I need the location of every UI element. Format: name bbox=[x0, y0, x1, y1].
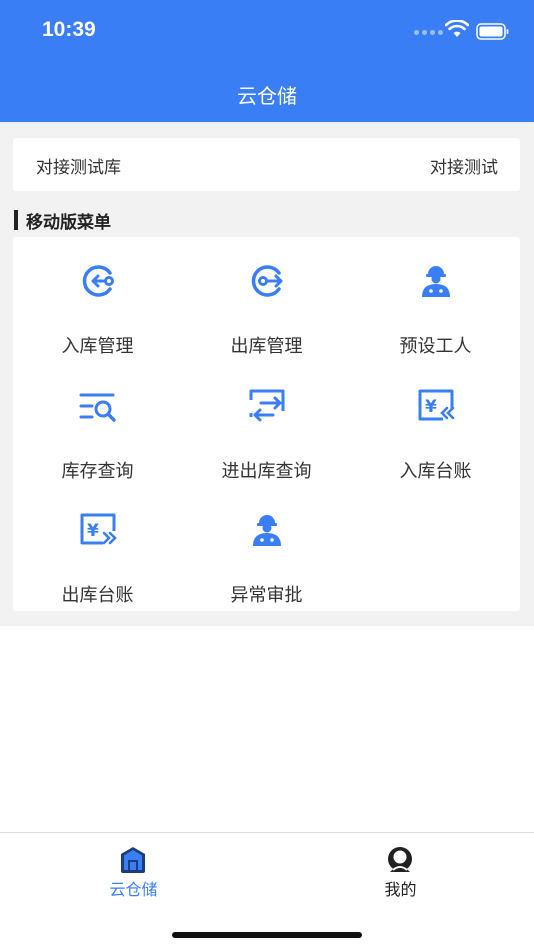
menu-item-inbound[interactable]: 入库管理 bbox=[13, 252, 182, 362]
menu-item-exception-approval[interactable]: 异常审批 bbox=[182, 501, 351, 611]
worker-icon bbox=[422, 266, 450, 297]
menu-item-transfer-search[interactable]: 进出库查询 bbox=[182, 377, 351, 487]
menu-label: 入库管理 bbox=[61, 336, 134, 357]
menu-label: 入库台账 bbox=[399, 461, 472, 482]
menu-item-inbound-ledger[interactable]: ¥ 入库台账 bbox=[351, 377, 520, 487]
menu-grid: 入库管理 出库管理 预设工人 库存查询 进出库查询 ¥ 入库台账 ¥ 出库台账 … bbox=[13, 237, 520, 611]
tab-label: 我的 bbox=[384, 880, 417, 899]
home-indicator bbox=[172, 932, 362, 938]
inventory-search-icon bbox=[79, 393, 116, 422]
menu-item-outbound[interactable]: 出库管理 bbox=[182, 252, 351, 362]
section-header: 移动版菜单 bbox=[14, 209, 111, 233]
section-title: 移动版菜单 bbox=[26, 212, 111, 233]
menu-label: 出库台账 bbox=[61, 585, 134, 606]
menu-item-worker[interactable]: 预设工人 bbox=[351, 252, 520, 362]
warehouse-selector[interactable]: 对接测试库 对接测试 bbox=[13, 138, 520, 191]
menu-label: 异常审批 bbox=[230, 585, 303, 606]
wifi-icon bbox=[445, 20, 469, 37]
tab-label: 云仓储 bbox=[109, 880, 158, 899]
battery-icon bbox=[476, 23, 509, 40]
status-time: 10:39 bbox=[42, 18, 96, 41]
warehouse-name: 对接测试库 bbox=[36, 158, 121, 178]
app-header: 10:39 云仓储 bbox=[0, 0, 534, 122]
section-marker bbox=[14, 210, 18, 230]
menu-label: 预设工人 bbox=[399, 336, 472, 357]
warehouse-value: 对接测试 bbox=[430, 158, 498, 178]
outbound-ledger-icon: ¥ bbox=[80, 513, 117, 545]
warehouse-icon bbox=[121, 847, 145, 873]
svg-text:¥: ¥ bbox=[425, 397, 437, 417]
signal-icon bbox=[414, 30, 443, 35]
tab-warehouse[interactable]: 云仓储 bbox=[0, 833, 267, 913]
page-title: 云仓储 bbox=[237, 84, 297, 108]
transfer-icon bbox=[249, 389, 285, 422]
menu-item-outbound-ledger[interactable]: ¥ 出库台账 bbox=[13, 501, 182, 611]
menu-label: 出库管理 bbox=[230, 336, 303, 357]
menu-label: 进出库查询 bbox=[221, 461, 312, 482]
inbound-ledger-icon: ¥ bbox=[418, 389, 455, 421]
inbound-icon bbox=[82, 265, 114, 297]
svg-text:¥: ¥ bbox=[87, 521, 99, 541]
profile-icon bbox=[388, 847, 412, 872]
menu-item-inventory-search[interactable]: 库存查询 bbox=[13, 377, 182, 487]
menu-label: 库存查询 bbox=[61, 461, 134, 482]
tab-profile[interactable]: 我的 bbox=[267, 833, 534, 913]
approval-worker-icon bbox=[253, 515, 281, 546]
outbound-icon bbox=[251, 265, 283, 297]
